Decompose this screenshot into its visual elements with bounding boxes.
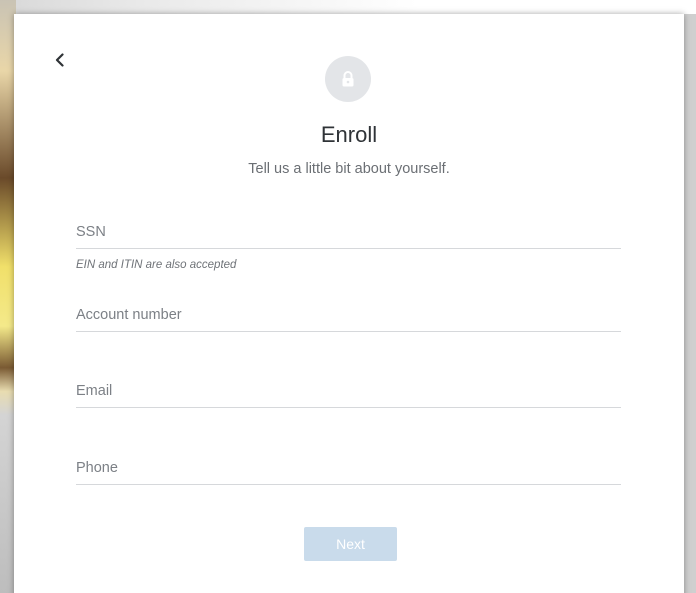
account-number-field[interactable]: [76, 301, 621, 332]
next-button[interactable]: Next: [304, 527, 397, 561]
background: [0, 0, 696, 14]
account-number-input[interactable]: [76, 301, 621, 329]
lock-icon: [342, 71, 354, 87]
page-subtitle: Tell us a little bit about yourself.: [248, 161, 450, 177]
lock-badge: [325, 56, 371, 102]
page-title: Enroll: [320, 122, 378, 147]
phone-input[interactable]: [76, 454, 621, 482]
enroll-card: Enroll Tell us a little bit about yourse…: [14, 14, 684, 593]
ssn-hint: EIN and ITIN are also accepted: [76, 259, 237, 271]
ssn-field[interactable]: [76, 218, 621, 249]
email-field[interactable]: [76, 377, 621, 408]
chevron-left-icon: [55, 53, 64, 67]
email-input[interactable]: [76, 377, 621, 405]
ssn-input[interactable]: [76, 218, 621, 246]
back-button[interactable]: [50, 50, 70, 70]
phone-field[interactable]: [76, 454, 621, 485]
